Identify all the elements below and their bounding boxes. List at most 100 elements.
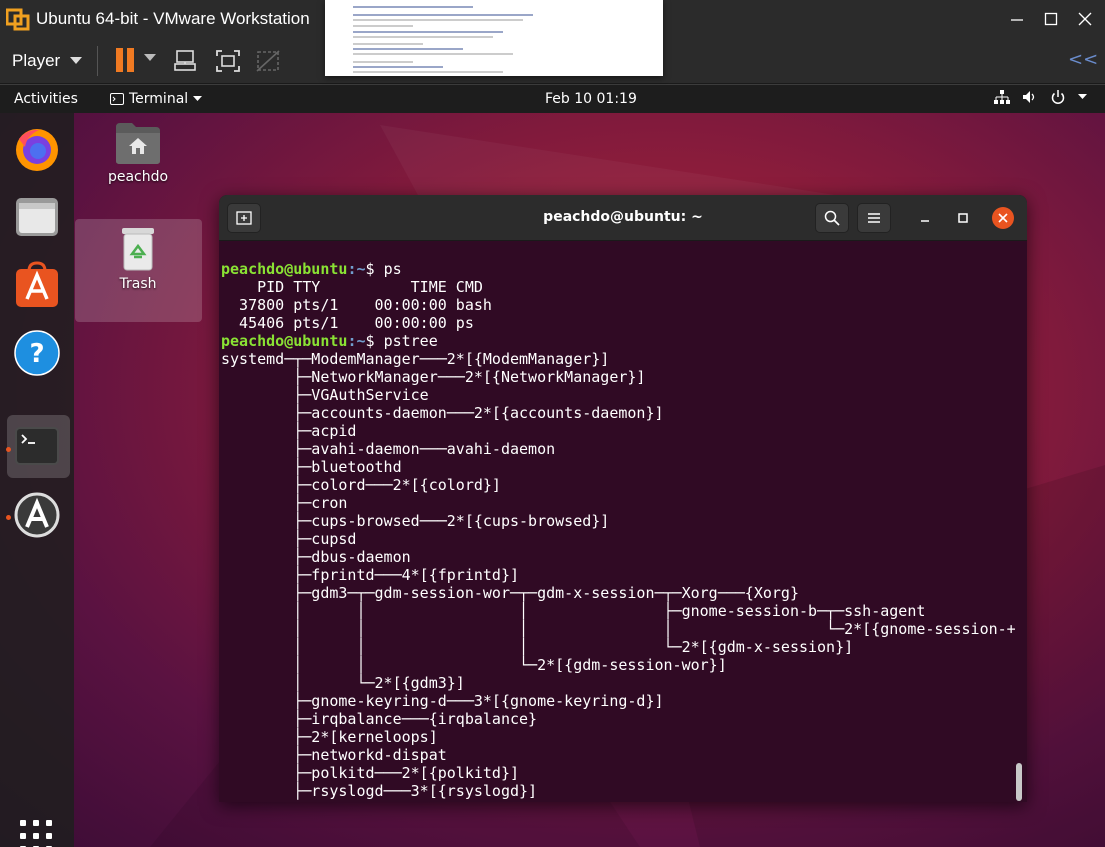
chevron-down-icon: [193, 96, 203, 101]
terminal-output-line: ├─VGAuthService: [221, 386, 429, 404]
player-menu[interactable]: Player: [12, 51, 83, 71]
desktop-trash[interactable]: Trash: [73, 226, 203, 292]
help-icon[interactable]: ?: [13, 329, 61, 377]
vmware-logo-icon: [6, 8, 30, 31]
activities-button[interactable]: Activities: [14, 91, 78, 107]
terminal-output-line: │ │ │ └─2*[{gdm-x-session}]: [221, 638, 854, 656]
terminal-output-line: │ │ │ ├─gnome-session-b─┬─ssh-agent: [221, 602, 926, 620]
player-menu-label: Player: [12, 51, 61, 70]
firefox-icon[interactable]: [13, 125, 61, 173]
terminal-output-line: ├─cron: [221, 494, 348, 512]
terminal-output-line: │ │ │ │ └─2*[{gnome-session-+: [221, 620, 1016, 638]
terminal-prompt-line: peachdo@ubuntu:~$ ps: [221, 260, 1011, 278]
terminal-headerbar[interactable]: peachdo@ubuntu: ~: [219, 195, 1027, 241]
prompt-path: :~: [347, 332, 366, 350]
system-tray[interactable]: [994, 90, 1087, 104]
app-menu-label: Terminal: [129, 91, 189, 107]
maximize-button[interactable]: [1037, 6, 1065, 32]
terminal-output-line: │ └─2*[{gdm3}]: [221, 674, 465, 692]
terminal-output-line: systemd─┬─ModemManager───2*[{ModemManage…: [221, 350, 610, 368]
search-button[interactable]: [815, 203, 849, 233]
minimize-icon: [921, 220, 929, 222]
terminal-prompt-line: peachdo@ubuntu:~$ pstree: [221, 332, 1011, 350]
terminal-output-line: ├─acpid: [221, 422, 357, 440]
power-icon: [1051, 90, 1065, 104]
terminal-close-button[interactable]: [992, 207, 1014, 229]
terminal-minimize-button[interactable]: [915, 208, 935, 228]
terminal-output-line: ├─fprintd───4*[{fprintd}]: [221, 566, 520, 584]
clock[interactable]: Feb 10 01:19: [545, 91, 637, 107]
minimize-icon: [1011, 19, 1023, 21]
terminal-output-line: ├─polkitd───2*[{polkitd}]: [221, 764, 520, 782]
chevron-down-icon: [1078, 94, 1087, 99]
desktop-icon-label: peachdo: [107, 169, 169, 185]
dock: ?: [0, 113, 74, 847]
search-icon: [824, 210, 840, 226]
send-ctrl-alt-del-icon[interactable]: [172, 48, 200, 74]
terminal-scrollbar[interactable]: [1016, 763, 1022, 801]
terminal-output-line: ├─cups-browsed───2*[{cups-browsed}]: [221, 512, 610, 530]
terminal-output-line: ├─cupsd: [221, 530, 357, 548]
files-icon[interactable]: [13, 193, 61, 241]
terminal-output-line: ├─gnome-keyring-d───3*[{gnome-keyring-d}…: [221, 692, 664, 710]
terminal-output-line: ├─colord───2*[{colord}]: [221, 476, 501, 494]
fullscreen-icon[interactable]: [214, 48, 242, 74]
terminal-window[interactable]: peachdo@ubuntu: ~ peachdo@ubuntu:~$ ps P…: [219, 195, 1027, 802]
terminal-output[interactable]: peachdo@ubuntu:~$ ps PID TTY TIME CMD 37…: [221, 260, 1016, 800]
minimize-button[interactable]: [1003, 6, 1031, 32]
maximize-icon: [1044, 12, 1058, 26]
terminal-output-line: 37800 pts/1 00:00:00 bash: [221, 296, 492, 314]
volume-icon: [1023, 91, 1035, 103]
close-icon: [1078, 12, 1092, 26]
prompt-command: pstree: [383, 332, 438, 350]
updater-icon[interactable]: [13, 491, 61, 539]
prompt-user: peachdo@ubuntu: [221, 260, 348, 278]
prompt-symbol: $: [365, 332, 384, 350]
network-icon: [994, 90, 1010, 104]
unity-mode-icon[interactable]: [254, 48, 282, 74]
terminal-maximize-button[interactable]: [953, 208, 973, 228]
terminal-output-line: ├─bluetoothd: [221, 458, 402, 476]
terminal-output-line: ├─networkd-dispat: [221, 746, 447, 764]
prompt-command: ps: [383, 260, 402, 278]
close-icon: [998, 213, 1008, 223]
prompt-path: :~: [347, 260, 366, 278]
running-indicator: [6, 447, 11, 452]
terminal-output-line: ├─rsyslogd───3*[{rsyslogd}]: [221, 782, 538, 800]
running-indicator: [6, 515, 11, 520]
gnome-topbar: Activities Terminal Feb 10 01:19: [0, 85, 1105, 113]
terminal-output-line: │ │ └─2*[{gdm-session-wor}]: [221, 656, 727, 674]
terminal-output-line: ├─irqbalance───{irqbalance}: [221, 710, 538, 728]
pause-button[interactable]: [114, 48, 136, 74]
software-icon[interactable]: [13, 261, 61, 309]
close-button[interactable]: [1071, 6, 1099, 32]
maximize-icon: [958, 213, 968, 223]
terminal-icon[interactable]: [13, 423, 61, 471]
thumbnail-popup: [325, 0, 663, 76]
terminal-output-line: ├─gdm3─┬─gdm-session-wor─┬─gdm-x-session…: [221, 584, 799, 602]
chevron-down-icon: [70, 57, 83, 64]
hamburger-icon: [868, 213, 880, 223]
prompt-user: peachdo@ubuntu: [221, 332, 348, 350]
pause-dropdown-icon[interactable]: [144, 54, 156, 61]
app-menu[interactable]: Terminal: [110, 91, 203, 107]
show-applications-icon[interactable]: [20, 820, 54, 847]
desktop-home-folder[interactable]: peachdo: [73, 121, 203, 185]
terminal-output-line: ├─2*[kerneloops]: [221, 728, 438, 746]
terminal-output-line: ├─accounts-daemon───2*[{accounts-daemon}…: [221, 404, 664, 422]
terminal-output-line: ├─NetworkManager───2*[{NetworkManager}]: [221, 368, 646, 386]
terminal-output-line: ├─dbus-daemon: [221, 548, 411, 566]
collapse-toolbar-icon[interactable]: <<: [1068, 49, 1098, 70]
desktop-icon-label: Trash: [119, 276, 157, 292]
terminal-title: peachdo@ubuntu: ~: [543, 209, 703, 225]
terminal-output-line: ├─avahi-daemon───avahi-daemon: [221, 440, 556, 458]
home-folder-icon: [116, 123, 160, 164]
terminal-output-line: 45406 pts/1 00:00:00 ps: [221, 314, 474, 332]
guest-desktop[interactable]: Activities Terminal Feb 10 01:19 ? peach…: [0, 85, 1105, 847]
terminal-app-icon: [110, 93, 124, 105]
trash-icon: [122, 228, 154, 271]
hamburger-menu-button[interactable]: [857, 203, 891, 233]
svg-text:?: ?: [29, 339, 44, 369]
terminal-output-line: PID TTY TIME CMD: [221, 278, 483, 296]
toolbar-divider: [97, 46, 98, 76]
